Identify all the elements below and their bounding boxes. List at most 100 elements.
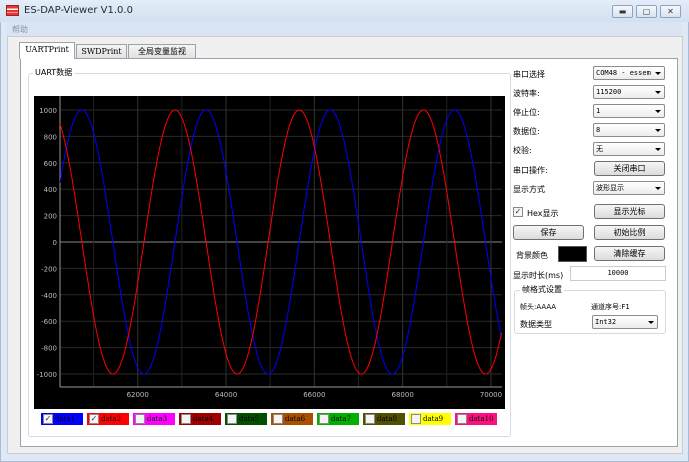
legend-item-data5[interactable]: data5 bbox=[225, 413, 267, 425]
y-tick-label: 200 bbox=[44, 213, 57, 221]
y-tick-label: 1000 bbox=[39, 107, 57, 115]
legend-item-data9[interactable]: data9 bbox=[409, 413, 451, 425]
x-tick-label: 62000 bbox=[127, 391, 149, 399]
stopbits-label: 停止位: bbox=[513, 108, 540, 117]
tab-uartprint[interactable]: UARTPrint bbox=[19, 42, 75, 59]
frame-group-title: 帧格式设置 bbox=[520, 284, 564, 295]
databits-value: 8 bbox=[596, 126, 601, 134]
close-port-button[interactable]: 关闭串口 bbox=[594, 161, 665, 176]
data-type-value: Int32 bbox=[595, 318, 617, 326]
x-tick-label: 66000 bbox=[303, 391, 325, 399]
menu-bar bbox=[6, 22, 682, 36]
parity-select[interactable]: 无 bbox=[593, 142, 665, 156]
legend-item-data6[interactable]: data6 bbox=[271, 413, 313, 425]
chevron-down-icon bbox=[655, 148, 661, 151]
legend-checkbox[interactable] bbox=[227, 414, 237, 424]
tab-global-var-monitor[interactable]: 全局变量监视 bbox=[128, 44, 196, 59]
show-cursor-button[interactable]: 显示光标 bbox=[594, 204, 665, 219]
legend-item-data3[interactable]: data3 bbox=[133, 413, 175, 425]
port-label: 串口选择 bbox=[513, 70, 545, 79]
legend-checkbox[interactable]: ✓ bbox=[43, 414, 53, 424]
stopbits-value: 1 bbox=[596, 107, 601, 115]
x-tick-label: 64000 bbox=[215, 391, 237, 399]
y-tick-label: 0 bbox=[53, 239, 57, 247]
y-tick-label: -800 bbox=[41, 345, 57, 353]
frame-header: 帧头:AAAA bbox=[520, 303, 557, 311]
display-mode-label: 显示方式 bbox=[513, 185, 545, 194]
data-type-select[interactable]: Int32 bbox=[592, 315, 658, 329]
app-logo-icon bbox=[6, 5, 19, 16]
minimize-button[interactable]: ▬ bbox=[612, 5, 633, 18]
y-tick-label: -600 bbox=[41, 318, 57, 326]
close-button[interactable]: ✕ bbox=[660, 5, 681, 18]
chevron-down-icon bbox=[655, 91, 661, 94]
legend-label: data8 bbox=[377, 415, 398, 423]
bg-color-label: 背景颜色 bbox=[516, 251, 548, 260]
legend-checkbox[interactable] bbox=[319, 414, 329, 424]
databits-select[interactable]: 8 bbox=[593, 123, 665, 137]
save-button[interactable]: 保存 bbox=[513, 225, 584, 240]
chevron-down-icon bbox=[655, 187, 661, 190]
y-tick-label: 600 bbox=[44, 160, 57, 168]
legend-label: data2 bbox=[101, 415, 122, 423]
menu-help[interactable]: 帮助 bbox=[12, 24, 28, 35]
legend-checkbox[interactable] bbox=[365, 414, 375, 424]
reset-scale-button[interactable]: 初始比例 bbox=[594, 225, 665, 240]
maximize-button[interactable]: ▢ bbox=[636, 5, 657, 18]
y-tick-label: 400 bbox=[44, 186, 57, 194]
parity-value: 无 bbox=[596, 145, 603, 153]
y-tick-label: -200 bbox=[41, 265, 57, 273]
legend-item-data4[interactable]: data4 bbox=[179, 413, 221, 425]
legend-label: data4 bbox=[193, 415, 214, 423]
tab-swdprint[interactable]: SWDPrint bbox=[76, 44, 127, 59]
legend-label: data5 bbox=[239, 415, 260, 423]
duration-input[interactable]: 10000 bbox=[570, 266, 666, 281]
legend-checkbox[interactable]: ✓ bbox=[89, 414, 99, 424]
y-tick-label: 800 bbox=[44, 133, 57, 141]
minimize-icon: ▬ bbox=[618, 7, 627, 16]
parity-label: 校验: bbox=[513, 146, 532, 155]
legend-checkbox[interactable] bbox=[457, 414, 467, 424]
databits-label: 数据位: bbox=[513, 127, 540, 136]
baud-select[interactable]: 115200 bbox=[593, 85, 665, 99]
legend-item-data1[interactable]: ✓ data1 bbox=[41, 413, 83, 425]
data-type-label: 数据类型 bbox=[520, 320, 552, 329]
port-select[interactable]: COM48 - essem bbox=[593, 66, 665, 80]
display-mode-value: 波形显示 bbox=[596, 184, 624, 192]
legend-label: data3 bbox=[147, 415, 168, 423]
maximize-icon: ▢ bbox=[642, 7, 651, 16]
legend-checkbox[interactable] bbox=[411, 414, 421, 424]
legend-item-data2[interactable]: ✓ data2 bbox=[87, 413, 129, 425]
x-tick-label: 68000 bbox=[392, 391, 414, 399]
legend-checkbox[interactable] bbox=[273, 414, 283, 424]
clear-cache-button[interactable]: 清除缓存 bbox=[594, 246, 665, 261]
baud-value: 115200 bbox=[596, 88, 622, 96]
bg-color-swatch[interactable] bbox=[558, 246, 587, 262]
chevron-down-icon bbox=[655, 110, 661, 113]
legend-item-data10[interactable]: data10 bbox=[455, 413, 497, 425]
hex-checkbox[interactable]: ✓ bbox=[513, 207, 523, 217]
hex-label: Hex显示 bbox=[527, 209, 559, 218]
waveform-chart[interactable]: 1000 800 600 400 200 0 -200 -400 -600 -800 -1000 62… bbox=[34, 96, 505, 409]
uart-group-title: UART数据 bbox=[33, 67, 75, 78]
duration-label: 显示时长(ms) bbox=[513, 271, 564, 280]
legend-item-data7[interactable]: data7 bbox=[317, 413, 359, 425]
channel-number: 通道序号:F1 bbox=[591, 303, 630, 311]
legend-label: data1 bbox=[55, 415, 76, 423]
legend-label: data10 bbox=[469, 415, 494, 423]
close-icon: ✕ bbox=[667, 7, 674, 16]
legend-checkbox[interactable] bbox=[135, 414, 145, 424]
display-mode-select[interactable]: 波形显示 bbox=[593, 181, 665, 195]
port-op-label: 串口操作: bbox=[513, 166, 548, 175]
port-value: COM48 - essem bbox=[596, 69, 651, 77]
chevron-down-icon bbox=[648, 321, 654, 324]
legend-label: data7 bbox=[331, 415, 352, 423]
legend-item-data8[interactable]: data8 bbox=[363, 413, 405, 425]
legend-label: data6 bbox=[285, 415, 306, 423]
y-tick-label: -1000 bbox=[37, 371, 57, 379]
stopbits-select[interactable]: 1 bbox=[593, 104, 665, 118]
legend-checkbox[interactable] bbox=[181, 414, 191, 424]
window-title: ES-DAP-Viewer V1.0.0 bbox=[24, 5, 133, 16]
legend-label: data9 bbox=[423, 415, 444, 423]
x-tick-label: 70000 bbox=[480, 391, 502, 399]
